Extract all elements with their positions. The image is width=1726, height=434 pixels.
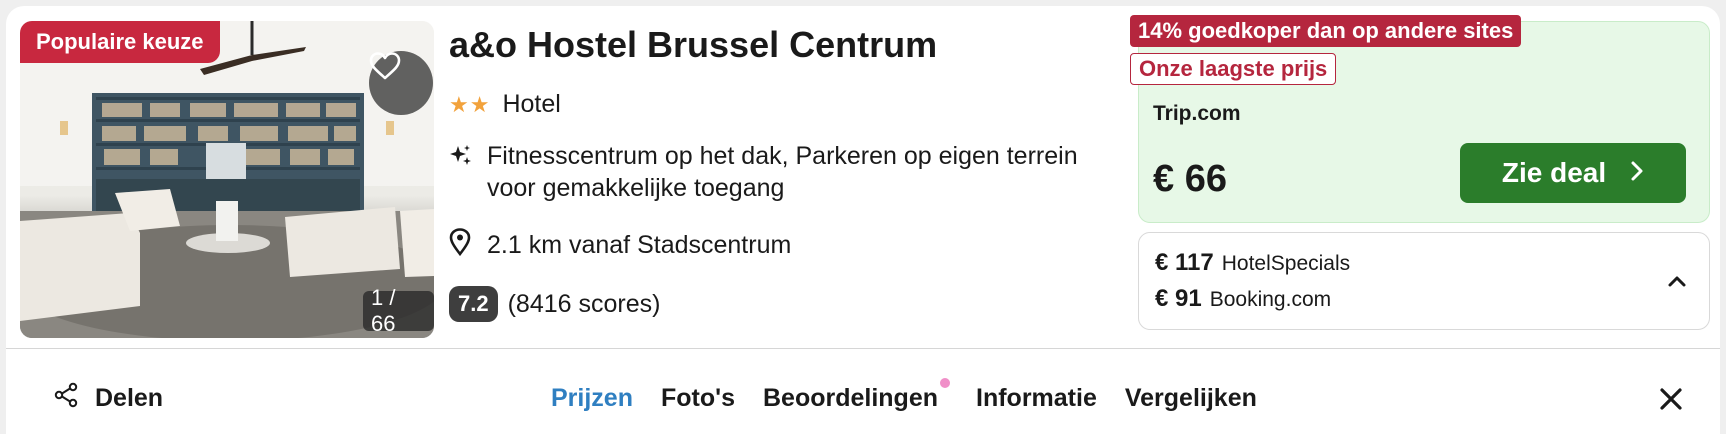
tab-information[interactable]: Informatie	[976, 378, 1097, 418]
sparkle-icon	[449, 140, 487, 204]
lowest-price-badge: Onze laagste prijs	[1130, 53, 1337, 85]
hotel-type: Hotel	[502, 90, 561, 118]
hotel-card: Populaire keuze 1 / 66 a&o Hostel Brusse…	[6, 6, 1720, 434]
score-badge: 7.2	[449, 286, 498, 322]
amenities-row: Fitnesscentrum op het dak, Parkeren op e…	[449, 140, 1109, 204]
view-deal-button[interactable]: Zie deal	[1460, 143, 1686, 203]
photo-counter: 1 / 66	[363, 285, 434, 336]
tab-label: Foto's	[660, 383, 735, 412]
popular-badge-label: Populaire keuze	[36, 29, 204, 54]
divider	[6, 348, 1720, 349]
chevron-right-icon	[1630, 157, 1644, 189]
deal-price: € 66	[1153, 158, 1227, 200]
view-deal-label: Zie deal	[1501, 157, 1607, 188]
other-prices-panel[interactable]: € 117 HotelSpecials € 91 Booking.com	[1138, 232, 1710, 330]
share-icon	[53, 382, 95, 415]
location-pin-icon	[449, 228, 487, 263]
other-price-row[interactable]: € 117 HotelSpecials	[1155, 249, 1350, 277]
tab-label: Beoordelingen	[762, 383, 938, 412]
star-rating-icon: ★★	[449, 91, 491, 117]
share-label: Delen	[95, 384, 164, 412]
tab-label: Vergelijken	[1124, 383, 1257, 412]
share-button[interactable]: Delen	[53, 382, 163, 415]
popular-badge: Populaire keuze	[20, 21, 220, 63]
review-count: (8416 scores)	[507, 289, 661, 318]
tab-reviews[interactable]: Beoordelingen	[762, 378, 950, 418]
chevron-up-icon[interactable]	[1663, 267, 1691, 295]
hotel-photo[interactable]: Populaire keuze 1 / 66	[20, 21, 434, 338]
cheaper-badge: 14% goedkoper dan op andere sites	[1130, 15, 1522, 47]
other-price-value: € 117	[1155, 249, 1214, 276]
amenities-text: Fitnesscentrum op het dak, Parkeren op e…	[487, 142, 1078, 202]
hotel-name[interactable]: a&o Hostel Brussel Centrum	[449, 24, 937, 66]
detail-tabs: Prijzen Foto's Beoordelingen Informatie …	[551, 378, 1257, 418]
deal-provider: Trip.com	[1153, 102, 1241, 125]
other-price-value: € 91	[1155, 285, 1202, 312]
tab-compare[interactable]: Vergelijken	[1125, 378, 1257, 418]
distance-row: 2.1 km vanaf Stadscentrum	[449, 228, 791, 263]
tab-label: Prijzen	[551, 383, 633, 412]
other-price-provider: HotelSpecials	[1221, 252, 1351, 275]
other-price-row[interactable]: € 91 Booking.com	[1155, 285, 1331, 313]
tab-photos[interactable]: Foto's	[661, 378, 735, 418]
hotel-type-row: ★★ Hotel	[449, 90, 561, 119]
photo-counter-label: 1 / 66	[371, 285, 396, 336]
close-icon[interactable]	[1654, 382, 1688, 416]
notification-dot	[940, 378, 950, 388]
rating-row[interactable]: 7.2 (8416 scores)	[449, 286, 660, 322]
other-price-provider: Booking.com	[1209, 288, 1332, 311]
tab-prices[interactable]: Prijzen	[551, 378, 633, 418]
favorite-button[interactable]	[369, 51, 433, 115]
distance-text: 2.1 km vanaf Stadscentrum	[487, 231, 792, 259]
tab-label: Informatie	[976, 383, 1097, 412]
